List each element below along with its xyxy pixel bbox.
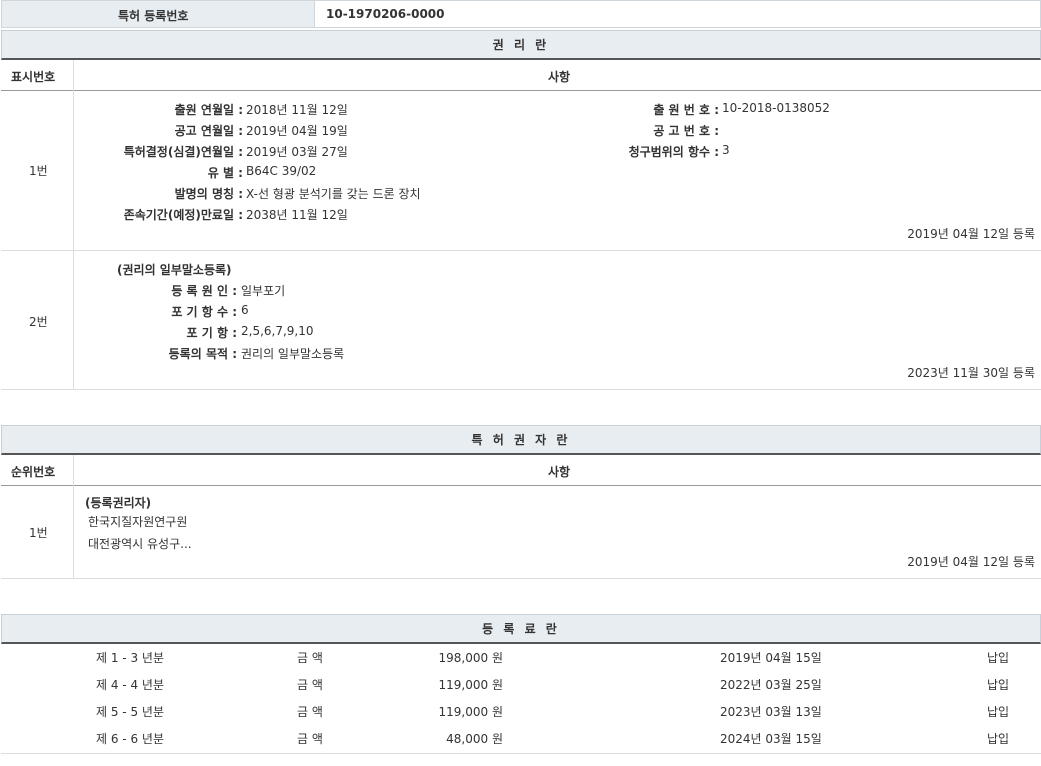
rights-entry-1: 1번 출원 연월일 : 2018년 11월 12일 공고 연월일 : 2019년… — [1, 91, 1041, 251]
fee-row: 제 6 - 6 년분 금 액 48,000 원 2024년 03월 15일 납입 — [1, 730, 1041, 752]
fee-row: 제 1 - 3 년분 금 액 198,000 원 2019년 04월 15일 납… — [1, 649, 1041, 671]
fee-status: 납입 — [987, 649, 1009, 666]
holders-entry-index: 1번 — [29, 524, 48, 541]
fee-date: 2022년 03월 25일 — [720, 676, 822, 693]
field-value: 2019년 04월 19일 — [246, 122, 348, 139]
holders-column-header: 순위번호 사항 — [1, 455, 1041, 486]
fee-amount-label: 금 액 — [297, 676, 323, 693]
fee-row: 제 5 - 5 년분 금 액 119,000 원 2023년 03월 13일 납… — [1, 703, 1041, 725]
rights-entry-index: 2번 — [29, 313, 48, 330]
entry-heading: (등록권리자) — [85, 494, 151, 511]
field-value: 6 — [241, 303, 249, 317]
fee-status: 납입 — [987, 676, 1009, 693]
fee-amount-label: 금 액 — [297, 649, 323, 666]
registration-date: 2023년 11월 30일 등록 — [907, 364, 1035, 381]
field-label: 공 고 번 호 : — [653, 122, 719, 139]
fee-amount: 48,000 원 — [446, 730, 503, 747]
field-label: 등 록 원 인 : — [171, 282, 237, 299]
rights-col-index: 표시번호 — [11, 68, 55, 85]
fee-amount-label: 금 액 — [297, 703, 323, 720]
rights-column-header: 표시번호 사항 — [1, 60, 1041, 91]
registration-date: 2019년 04월 12일 등록 — [907, 553, 1035, 570]
field-value: X-선 형광 분석기를 갖는 드론 장치 — [246, 185, 421, 202]
fee-date: 2023년 03월 13일 — [720, 703, 822, 720]
entry-heading: (권리의 일부말소등록) — [117, 261, 232, 278]
field-value: 10-2018-0138052 — [722, 101, 830, 115]
fee-amount: 119,000 원 — [439, 703, 503, 720]
registration-date: 2019년 04월 12일 등록 — [907, 225, 1035, 242]
field-value: 2,5,6,7,9,10 — [241, 324, 314, 338]
fee-period: 제 4 - 4 년분 — [96, 676, 164, 693]
field-label: 등록의 목적 : — [169, 345, 237, 362]
fee-status: 납입 — [987, 703, 1009, 720]
field-value: 일부포기 — [241, 282, 285, 299]
field-label: 발명의 명칭 : — [175, 185, 243, 202]
field-label: 청구범위의 항수 : — [629, 143, 719, 160]
field-value: B64C 39/02 — [246, 164, 316, 178]
field-value: 2019년 03월 27일 — [246, 143, 348, 160]
rights-entry-index: 1번 — [29, 162, 48, 179]
field-value: 2038년 11월 12일 — [246, 206, 348, 223]
fees-section-title: 등 록 료 란 — [1, 614, 1041, 644]
fee-row: 제 4 - 4 년분 금 액 119,000 원 2022년 03월 25일 납… — [1, 676, 1041, 698]
fee-date: 2024년 03월 15일 — [720, 730, 822, 747]
fee-period: 제 6 - 6 년분 — [96, 730, 164, 747]
field-value: 권리의 일부말소등록 — [241, 345, 344, 362]
registration-number-value-cell: 10-1970206-0000 — [315, 0, 1041, 28]
field-value: 2018년 11월 12일 — [246, 101, 348, 118]
registration-number-value: 10-1970206-0000 — [326, 7, 445, 21]
holder-name: 한국지질자원연구원 — [88, 513, 187, 530]
fee-status: 납입 — [987, 730, 1009, 747]
holders-section-title: 특 허 권 자 란 — [1, 425, 1041, 455]
holders-col-index: 순위번호 — [11, 463, 55, 480]
rights-entry-2: 2번 (권리의 일부말소등록) 등 록 원 인 : 일부포기 포 기 항 수 :… — [1, 251, 1041, 390]
field-label: 포 기 항 : — [187, 324, 237, 341]
fee-amount: 119,000 원 — [439, 676, 503, 693]
fees-table: 제 1 - 3 년분 금 액 198,000 원 2019년 04월 15일 납… — [1, 644, 1041, 754]
field-label: 공고 연월일 : — [175, 122, 243, 139]
field-label: 존속기간(예정)만료일 : — [124, 206, 243, 223]
holders-col-content: 사항 — [548, 463, 570, 480]
field-label: 유 별 : — [208, 164, 243, 181]
field-label: 출 원 번 호 : — [653, 101, 719, 118]
field-label: 특허결정(심결)연월일 : — [124, 143, 243, 160]
field-label: 출원 연월일 : — [175, 101, 243, 118]
rights-section-title: 권 리 란 — [1, 30, 1041, 60]
fee-period: 제 1 - 3 년분 — [96, 649, 164, 666]
registration-number-label: 특허 등록번호 — [118, 7, 188, 24]
registration-number-label-cell: 특허 등록번호 — [1, 0, 315, 28]
rights-col-content: 사항 — [548, 68, 570, 85]
fee-period: 제 5 - 5 년분 — [96, 703, 164, 720]
field-label: 포 기 항 수 : — [171, 303, 237, 320]
holders-entry-1: 1번 (등록권리자) 한국지질자원연구원 대전광역시 유성구... 2019년 … — [1, 486, 1041, 579]
fee-amount: 198,000 원 — [439, 649, 503, 666]
holder-address: 대전광역시 유성구... — [88, 535, 192, 552]
fee-amount-label: 금 액 — [297, 730, 323, 747]
fee-date: 2019년 04월 15일 — [720, 649, 822, 666]
field-value: 3 — [722, 143, 730, 157]
